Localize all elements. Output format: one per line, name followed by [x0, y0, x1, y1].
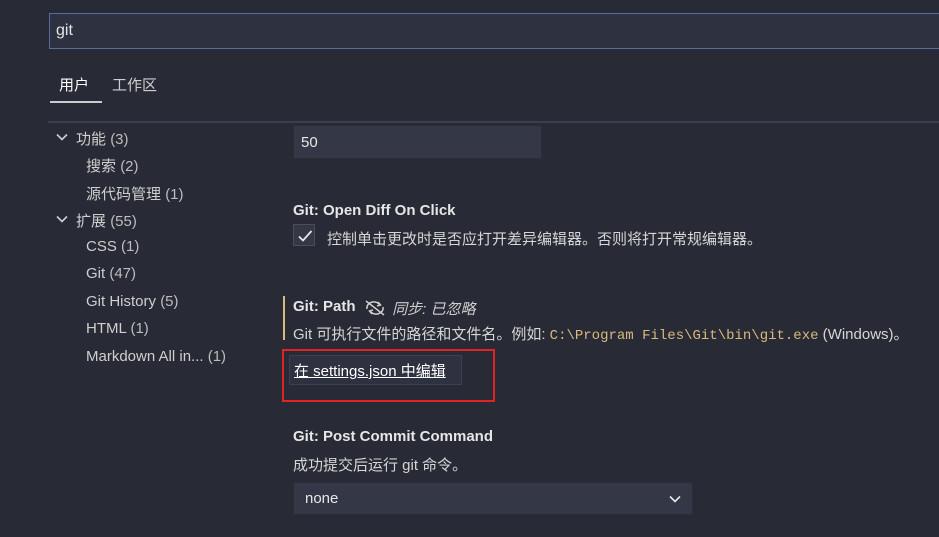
highlight-annotation	[282, 349, 495, 402]
tree-item-label: 搜索	[86, 158, 117, 175]
active-tab-indicator	[50, 101, 102, 103]
open-diff-checkbox[interactable]	[293, 224, 315, 246]
tree-item-count: (55)	[110, 213, 137, 230]
tree-item-markdown[interactable]: Markdown All in... (1)	[86, 348, 226, 365]
tree-item-label: Git History	[86, 293, 157, 310]
setting-title-post-commit: Git: Post Commit Command	[293, 428, 494, 445]
post-commit-select[interactable]: none	[293, 482, 693, 515]
tree-item-count: (3)	[110, 131, 129, 148]
sync-status[interactable]: 同步: 已忽略	[362, 298, 476, 319]
chevron-down-icon[interactable]	[55, 212, 69, 226]
setting-desc-post-commit: 成功提交后运行 git 命令。	[293, 457, 468, 474]
tree-item-search[interactable]: 搜索 (2)	[86, 155, 139, 176]
tree-item-git-history[interactable]: Git History (5)	[86, 293, 179, 310]
tree-item-count: (1)	[121, 238, 140, 255]
tree-item-count: (1)	[130, 320, 149, 337]
tree-item-label: Markdown All in...	[86, 348, 204, 365]
modified-indicator	[283, 296, 285, 340]
tree-item-git[interactable]: Git (47)	[86, 265, 136, 282]
number-setting-input[interactable]: 50	[293, 125, 542, 159]
tree-item-label: HTML	[86, 320, 127, 337]
tab-user[interactable]: 用户	[59, 74, 89, 102]
settings-search-input[interactable]: git	[49, 13, 939, 49]
post-commit-selected: none	[305, 490, 339, 507]
setting-desc-path: Git 可执行文件的路径和文件名。例如: C:\Program Files\Gi…	[293, 323, 909, 344]
settings-editor: git 用户 工作区 功能 (3) 搜索 (2) 源代码管理 (1) 扩展 (5…	[0, 0, 939, 537]
setting-title-path: Git: Path	[293, 298, 356, 315]
path-example: C:\Program Files\Git\bin\git.exe	[549, 328, 819, 344]
tree-item-features[interactable]: 功能 (3)	[76, 128, 129, 149]
tree-item-count: (47)	[109, 265, 137, 282]
tree-item-count: (1)	[165, 186, 184, 203]
tree-item-label: 扩展	[76, 213, 107, 230]
tree-item-label: 功能	[76, 131, 107, 148]
path-desc-prefix: Git 可执行文件的路径和文件名。例如:	[293, 326, 550, 343]
chevron-down-icon[interactable]	[55, 130, 69, 144]
sync-label-text: 同步: 已忽略	[392, 301, 476, 318]
tree-item-count: (1)	[207, 348, 227, 365]
setting-desc-open-diff: 控制单击更改时是否应打开差异编辑器。否则将打开常规编辑器。	[327, 231, 763, 248]
tree-item-count: (5)	[160, 293, 179, 310]
tree-item-html[interactable]: HTML (1)	[86, 320, 149, 337]
tree-item-extensions[interactable]: 扩展 (55)	[76, 210, 137, 231]
tree-item-css[interactable]: CSS (1)	[86, 238, 139, 255]
tree-item-label: 源代码管理	[86, 186, 162, 203]
tree-item-count: (2)	[120, 158, 139, 175]
path-desc-suffix: (Windows)。	[818, 326, 909, 343]
setting-title-open-diff: Git: Open Diff On Click	[293, 202, 456, 219]
header-divider	[48, 121, 939, 123]
check-icon	[298, 230, 313, 242]
chevron-down-icon	[669, 495, 681, 503]
tree-item-label: CSS	[86, 238, 117, 255]
tree-item-label: Git	[86, 265, 106, 282]
tree-item-scm[interactable]: 源代码管理 (1)	[86, 183, 184, 204]
sync-ignored-icon	[362, 300, 388, 316]
tab-workspace[interactable]: 工作区	[112, 74, 157, 102]
